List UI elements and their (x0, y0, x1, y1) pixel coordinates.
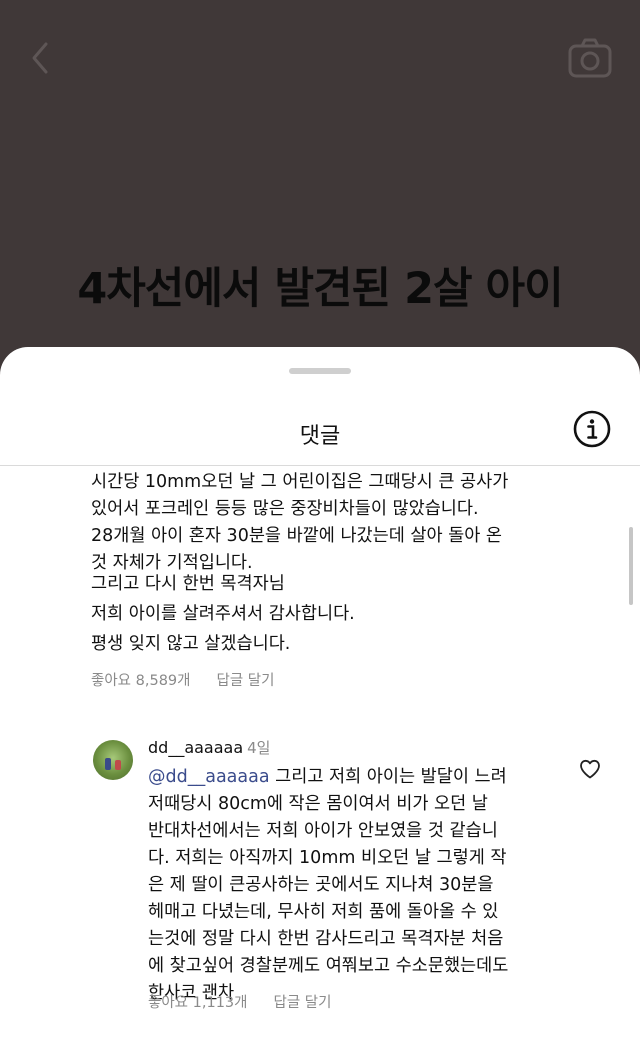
header-divider (0, 465, 640, 466)
like-count[interactable]: 좋아요 8,589개 (91, 673, 190, 689)
chevron-left-icon[interactable] (26, 38, 56, 78)
comment-1-paragraph: 그리고 다시 한번 목격자님 (91, 574, 285, 594)
comment-2-line: 는것에 정말 다시 한번 감사드리고 목격자분 처음 (148, 929, 504, 949)
comment-1-line: 있어서 포크레인 등등 많은 중장비차들이 많았습니다. (91, 499, 479, 519)
info-icon[interactable] (572, 409, 612, 449)
comment-1-meta: 좋아요 8,589개 답글 달기 (91, 669, 300, 690)
comment-1-body: 시간당 10mm오던 날 그 어린이집은 그때당시 큰 공사가 있어서 포크레인… (91, 469, 591, 577)
comments-sheet: 댓글 시간당 10mm오던 날 그 어린이집은 그때당시 큰 공사가 있어서 포… (0, 347, 640, 1047)
post-background: 4차선에서 발견된 2살 아이 (0, 0, 640, 380)
comment-2-line: 저때당시 80cm에 작은 몸이여서 비가 오던 날 (148, 794, 488, 814)
comment-2-header: dd__aaaaaa 4일 (148, 737, 270, 758)
reply-button[interactable]: 답글 달기 (216, 673, 274, 689)
comment-1-line: 시간당 10mm오던 날 그 어린이집은 그때당시 큰 공사가 (91, 472, 509, 492)
mention-link[interactable]: @dd__aaaaaa (148, 767, 270, 787)
comment-1-paragraph: 저희 아이를 살려주셔서 감사합니다. (91, 604, 355, 624)
avatar[interactable] (93, 740, 133, 780)
comment-1-line: 28개월 아이 혼자 30분을 바깥에 나갔는데 살아 돌아 온 (91, 526, 503, 546)
reply-button[interactable]: 답글 달기 (273, 995, 331, 1011)
post-headline: 4차선에서 발견된 2살 아이 (77, 264, 563, 314)
comment-2-meta: 좋아요 1,113개 답글 달기 (148, 991, 357, 1012)
comment-2-line: 은 제 딸이 큰공사하는 곳에서도 지나쳐 30분을 (148, 875, 494, 895)
scrollbar[interactable] (629, 527, 633, 605)
comment-1-paragraph: 평생 잊지 않고 살겠습니다. (91, 634, 291, 654)
sheet-title: 댓글 (299, 424, 341, 449)
comment-2-body: @dd__aaaaaa 그리고 저희 아이는 발달이 느려 저때당시 80cm에… (148, 764, 568, 1007)
heart-icon[interactable] (578, 757, 602, 781)
username[interactable]: dd__aaaaaa (148, 738, 243, 757)
comment-2-line: 그리고 저희 아이는 발달이 느려 (269, 767, 507, 787)
comment-2-first-line: @dd__aaaaaa 그리고 저희 아이는 발달이 느려 (148, 764, 568, 791)
comment-2-line: 반대차선에서는 저희 아이가 안보였을 것 같습니 (148, 821, 498, 841)
timestamp: 4일 (247, 739, 271, 757)
comment-2-line: 다. 저희는 아직까지 10mm 비오던 날 그렇게 작 (148, 848, 507, 868)
comment-2-line: 에 찾고싶어 경찰분께도 여쭤보고 수소문했는데도 (148, 956, 509, 976)
camera-icon[interactable] (566, 36, 614, 80)
sheet-grabber[interactable] (289, 368, 351, 374)
like-count[interactable]: 좋아요 1,113개 (148, 995, 247, 1011)
comment-2-line: 헤매고 다녔는데, 무사히 저희 품에 돌아올 수 있 (148, 902, 499, 922)
